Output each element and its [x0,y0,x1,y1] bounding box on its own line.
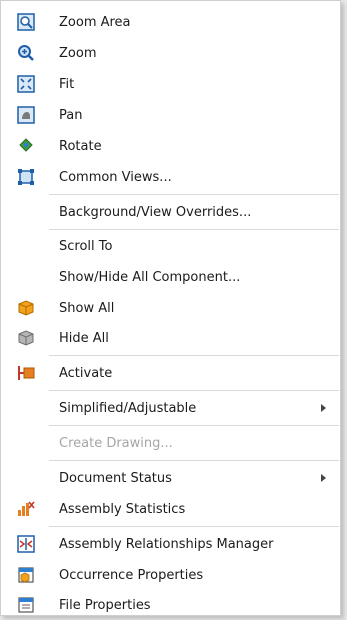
hide-all-icon [16,328,36,348]
separator [49,355,339,356]
menu-item-label: Simplified/Adjustable [59,400,197,416]
menu-item-simplified-adjustable[interactable]: Simplified/Adjustable [2,394,339,422]
menu-item-document-status[interactable]: Document Status [2,464,339,492]
menu-item-hide-all[interactable]: Hide All [2,324,339,352]
pan-icon [16,105,36,125]
menu-item-rotate[interactable]: Rotate [2,132,339,160]
menu-item-label: Scroll To [59,238,113,254]
menu-item-show-hide-all-component[interactable]: Show/Hide All Component... [2,263,339,291]
rotate-icon [16,136,36,156]
menu-item-file-properties[interactable]: File Properties [2,591,339,619]
context-menu: Zoom Area Zoom Fit Pan Rotate Common Vie… [0,0,341,616]
menu-item-label: Assembly Statistics [59,501,186,517]
menu-item-label: Assembly Relationships Manager [59,536,274,552]
menu-item-scroll-to[interactable]: Scroll To [2,232,339,260]
fit-icon [16,74,36,94]
separator [49,425,339,426]
separator [49,229,339,230]
menu-item-label: Show All [59,300,115,316]
separator [49,526,339,527]
separator [49,194,339,195]
menu-item-zoom-area[interactable]: Zoom Area [2,8,339,36]
menu-item-label: Fit [59,76,75,92]
menu-item-show-all[interactable]: Show All [2,294,339,322]
menu-item-label: Create Drawing... [59,435,173,451]
menu-item-label: Document Status [59,470,172,486]
menu-item-label: Zoom [59,45,97,61]
menu-item-common-views[interactable]: Common Views... [2,163,339,191]
menu-item-create-drawing: Create Drawing... [2,429,339,457]
assembly-relationships-icon [16,534,36,554]
menu-item-label: Common Views... [59,169,172,185]
menu-item-label: Rotate [59,138,102,154]
menu-item-assembly-statistics[interactable]: Assembly Statistics [2,495,339,523]
show-all-icon [16,298,36,318]
menu-item-assembly-relationships-manager[interactable]: Assembly Relationships Manager [2,530,339,558]
file-properties-icon [16,595,36,615]
common-views-icon [16,167,36,187]
menu-item-background-view-overrides[interactable]: Background/View Overrides... [2,198,339,226]
menu-item-label: Activate [59,365,113,381]
menu-item-label: Occurrence Properties [59,567,204,583]
menu-item-label: Hide All [59,330,109,346]
zoom-area-icon [16,12,36,32]
submenu-arrow-icon [321,404,326,412]
menu-item-label: Zoom Area [59,14,131,30]
menu-item-label: Show/Hide All Component... [59,269,241,285]
menu-item-fit[interactable]: Fit [2,70,339,98]
menu-item-label: Background/View Overrides... [59,204,252,220]
menu-item-occurrence-properties[interactable]: Occurrence Properties [2,561,339,589]
menu-item-pan[interactable]: Pan [2,101,339,129]
occurrence-properties-icon [16,565,36,585]
separator [49,460,339,461]
assembly-statistics-icon [16,499,36,519]
submenu-arrow-icon [321,474,326,482]
menu-item-zoom[interactable]: Zoom [2,39,339,67]
menu-item-activate[interactable]: Activate [2,359,339,387]
menu-item-label: File Properties [59,597,151,613]
activate-icon [16,363,36,383]
zoom-icon [16,43,36,63]
separator [49,390,339,391]
menu-item-label: Pan [59,107,83,123]
